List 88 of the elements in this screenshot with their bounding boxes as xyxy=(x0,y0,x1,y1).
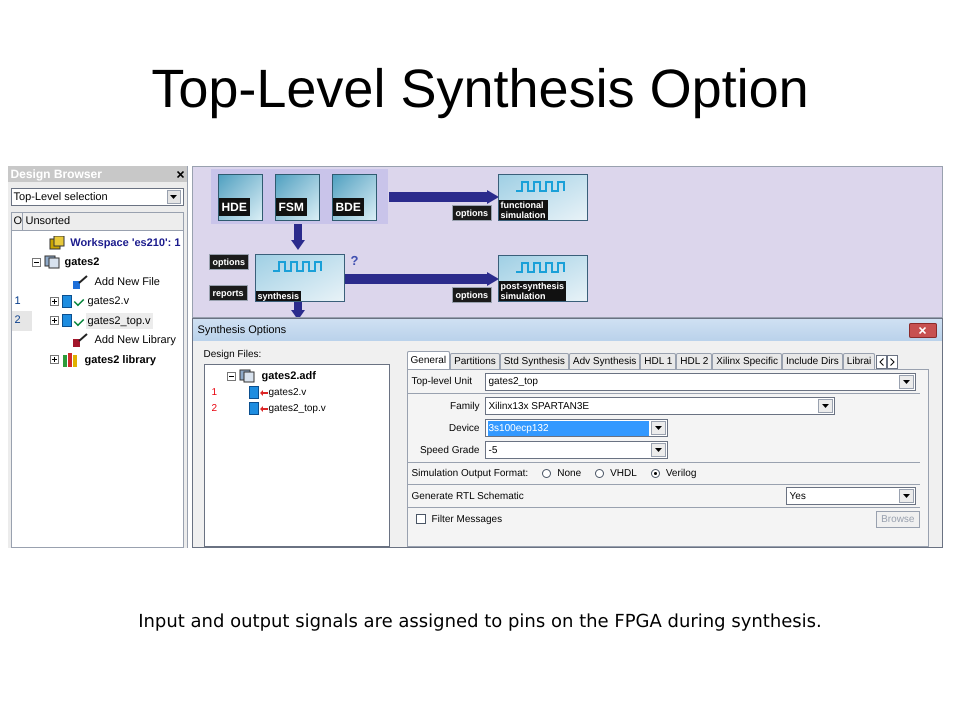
simulation-tile[interactable]: post-synthesis simulation xyxy=(498,255,588,302)
tree-item[interactable]: gates2.adf xyxy=(262,368,316,384)
selector-dropdown[interactable]: Top-Level selection xyxy=(10,188,184,206)
tree-item[interactable]: Add New File xyxy=(92,274,162,290)
simulation-tile[interactable]: functional simulation xyxy=(498,174,588,221)
tab[interactable]: HDL 2 xyxy=(676,353,712,369)
tab[interactable]: Partitions xyxy=(450,353,500,369)
dropdown-arrow-icon xyxy=(822,404,828,408)
order-number: 1 xyxy=(14,294,22,308)
magic-wand-icon xyxy=(72,274,90,289)
flow-badge[interactable]: options xyxy=(208,254,249,270)
tree-item[interactable]: Workspace 'es210': 1 xyxy=(68,234,182,251)
dialog-title: Synthesis Options xyxy=(198,322,286,338)
field-label: Simulation Output Format: xyxy=(412,467,528,481)
dropdown-arrow-icon xyxy=(654,426,662,430)
tree-item[interactable]: gates2_top.v xyxy=(86,312,152,329)
dropdown-arrow-icon xyxy=(654,448,662,452)
slide-caption: Input and output signals are assigned to pins on the FPGA during synthesis. xyxy=(138,610,822,634)
flow-arrow xyxy=(290,302,304,317)
expand-toggle-icon[interactable] xyxy=(50,316,58,326)
tab[interactable]: HDL 1 xyxy=(640,353,676,369)
close-button[interactable] xyxy=(908,322,936,338)
column-header[interactable]: Unsorted xyxy=(22,213,70,230)
flow-badge[interactable]: options xyxy=(452,205,492,221)
synthesis-tile[interactable]: synthesis xyxy=(254,254,344,302)
tool-tile[interactable]: BDE xyxy=(332,174,376,221)
field-label: Device xyxy=(448,422,480,436)
dropdown-arrow-icon xyxy=(170,195,177,199)
dropdown-arrow-icon xyxy=(902,494,910,498)
field-label: Speed Grade xyxy=(419,444,480,458)
field-label: Top-level Unit xyxy=(412,375,474,389)
workspace-icon xyxy=(49,236,66,250)
dropdown-arrow-icon xyxy=(902,380,910,384)
tool-tile[interactable]: HDE xyxy=(218,174,262,221)
arrow-icon xyxy=(260,390,268,396)
flow-badge[interactable]: reports xyxy=(208,285,248,301)
order-number: 1 xyxy=(210,386,218,400)
tab[interactable]: Std Synthesis xyxy=(500,353,569,369)
tool-tile[interactable]: FSM xyxy=(274,174,320,221)
tree-item[interactable]: gates2.v xyxy=(268,385,306,400)
order-number: 2 xyxy=(210,402,218,416)
dropdown-field[interactable]: Xilinx13x SPARTAN3E xyxy=(484,397,834,415)
books-icon xyxy=(62,352,80,367)
checkbox[interactable] xyxy=(416,514,426,524)
flow-badge[interactable]: options xyxy=(452,287,492,303)
radio-option[interactable]: Verilog xyxy=(650,466,696,481)
file-icon xyxy=(248,386,258,399)
scroll-right-button[interactable] xyxy=(887,355,898,369)
file-icon xyxy=(248,402,258,415)
radio-option[interactable]: VHDL xyxy=(595,466,637,481)
field-label: Design Files: xyxy=(204,348,262,362)
tab[interactable]: Xilinx Specific xyxy=(712,353,782,369)
dropdown-field[interactable]: -5 xyxy=(484,441,668,459)
collapse-toggle-icon[interactable] xyxy=(226,372,236,381)
top-level-unit-dropdown[interactable]: gates2_top xyxy=(484,372,916,390)
rtl-schematic-dropdown[interactable]: Yes xyxy=(786,487,916,505)
flow-arrow xyxy=(290,224,304,250)
file-icon xyxy=(62,294,72,308)
help-mark[interactable]: ? xyxy=(350,251,358,270)
tab[interactable]: Include Dirs xyxy=(782,353,843,369)
column-header[interactable]: O xyxy=(12,213,22,230)
design-icon xyxy=(44,255,60,270)
slide-title: Top-Level Synthesis Option xyxy=(151,58,809,121)
close-icon xyxy=(919,326,926,334)
chevron-right-icon xyxy=(890,358,896,366)
arrow-icon xyxy=(260,406,268,412)
field-label: Family xyxy=(449,400,480,414)
collapse-toggle-icon[interactable] xyxy=(32,258,40,267)
tree-item[interactable]: gates2 library xyxy=(82,352,158,368)
chevron-left-icon xyxy=(879,358,884,366)
tree-item[interactable]: gates2.v xyxy=(86,293,132,310)
design-icon xyxy=(238,369,254,384)
field-label: Generate RTL Schematic xyxy=(412,490,524,504)
scroll-left-button[interactable] xyxy=(876,355,888,369)
tree-item[interactable]: Add New Library xyxy=(92,332,178,348)
radio-option[interactable]: None xyxy=(542,466,582,481)
checkbox-label: Filter Messages xyxy=(432,512,502,526)
tree-item[interactable]: gates2 xyxy=(62,254,102,270)
tab[interactable]: Adv Synthesis xyxy=(568,353,640,369)
tab[interactable]: General xyxy=(406,351,450,369)
magic-wand-icon xyxy=(72,333,90,348)
close-icon[interactable] xyxy=(176,170,184,178)
expand-toggle-icon[interactable] xyxy=(50,296,58,306)
order-number: 2 xyxy=(12,311,32,330)
tree-item[interactable]: gates2_top.v xyxy=(268,401,326,416)
expand-toggle-icon[interactable] xyxy=(50,355,58,364)
tab[interactable]: Librai xyxy=(842,353,876,369)
file-icon xyxy=(62,314,72,328)
